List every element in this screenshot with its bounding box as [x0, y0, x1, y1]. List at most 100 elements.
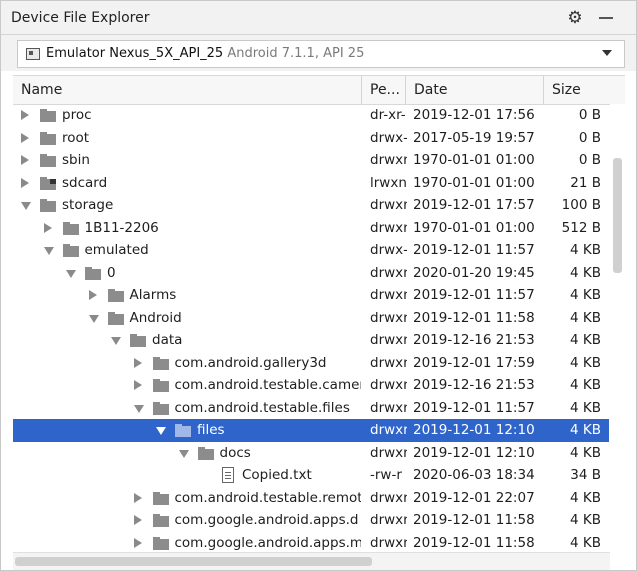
folder-icon: [85, 266, 101, 280]
permissions-cell: drwxr: [370, 264, 407, 281]
column-header-name[interactable]: Name: [13, 76, 362, 104]
expanded-arrow-icon[interactable]: [21, 202, 31, 210]
collapsed-arrow-icon[interactable]: [21, 110, 29, 120]
panel-title: Device File Explorer: [11, 10, 150, 26]
column-header-permissions[interactable]: Pe...: [362, 76, 406, 104]
table-row[interactable]: storage drwxr 2019-12-01 17:57 100 B: [13, 194, 609, 217]
size-cell: 4 KB: [570, 309, 601, 326]
collapsed-arrow-icon[interactable]: [21, 177, 29, 188]
expanded-arrow-icon[interactable]: [156, 427, 166, 435]
table-row[interactable]: com.google.android.apps.m drwxr 2019-12-01…: [13, 532, 609, 553]
table-row[interactable]: com.android.testable.camer drwxr 2019-12-1…: [13, 374, 609, 397]
entry-name: Android: [129, 309, 182, 326]
table-row[interactable]: com.google.android.apps.d drwxr 2019-12-01…: [13, 509, 609, 532]
size-cell: 4 KB: [570, 354, 601, 371]
name-cell: Copied.txt: [13, 464, 361, 487]
vertical-scrollbar-thumb[interactable]: [613, 158, 622, 273]
permissions-cell: drwxr: [370, 152, 407, 168]
device-select-text: Emulator Nexus_5X_API_25 Android 7.1.1, …: [46, 46, 364, 61]
date-cell: 2019-12-16 21:53: [413, 377, 535, 393]
collapsed-arrow-icon[interactable]: [88, 290, 97, 300]
table-row[interactable]: files drwxr 2019-12-01 12:10 4 KB: [13, 419, 609, 442]
size-cell: 512 B: [561, 219, 601, 236]
expanded-arrow-icon[interactable]: [66, 269, 76, 278]
column-header-date[interactable]: Date: [406, 76, 544, 104]
size-cell: 21 B: [570, 174, 601, 191]
folder-icon: [62, 244, 79, 257]
table-row[interactable]: 0 drwxr 2020-01-20 19:45 4 KB: [13, 262, 609, 285]
date-cell: 2019-12-01 11:57: [413, 242, 535, 258]
entry-name: sbin: [62, 152, 90, 168]
folder-icon: [152, 401, 169, 415]
folder-icon: [152, 514, 169, 527]
permissions-cell: drwxr: [370, 512, 407, 528]
name-cell: com.android.gallery3d: [13, 352, 361, 375]
gear-icon[interactable]: ⚙: [565, 8, 585, 28]
file-icon: [222, 467, 234, 483]
collapsed-arrow-icon[interactable]: [43, 222, 52, 233]
table-row[interactable]: data drwxr 2019-12-16 21:53 4 KB: [13, 329, 609, 352]
permissions-cell: drwx-: [370, 129, 407, 146]
minimize-icon[interactable]: [599, 17, 613, 19]
horizontal-scrollbar[interactable]: [13, 552, 610, 570]
collapsed-arrow-icon[interactable]: [133, 357, 142, 368]
collapsed-arrow-icon[interactable]: [133, 537, 142, 548]
folder-link-icon: [40, 176, 56, 190]
size-cell: 4 KB: [570, 512, 601, 528]
date-cell: 2019-12-01 17:57: [413, 197, 535, 213]
permissions-cell: -rw-r: [370, 467, 402, 483]
table-row[interactable]: com.android.testable.files drwxr 2019-12-0…: [13, 397, 609, 420]
expanded-arrow-icon[interactable]: [111, 337, 121, 345]
table-header: Name Pe... Date Size: [13, 75, 625, 105]
table-row[interactable]: root drwx- 2017-05-19 19:57 0 B: [13, 127, 609, 150]
name-cell: com.android.testable.files: [13, 397, 361, 420]
collapsed-arrow-icon[interactable]: [133, 515, 142, 525]
folder-icon: [152, 356, 169, 370]
entry-name: files: [197, 422, 225, 438]
name-cell: data: [13, 329, 361, 352]
column-header-size[interactable]: Size: [544, 76, 625, 104]
table-row[interactable]: 1B11-2206 drwxr 1970-01-01 01:00 512 B: [13, 217, 609, 240]
table-row[interactable]: proc dr-xr- 2019-12-01 17:56 0 B: [13, 104, 609, 127]
expanded-arrow-icon[interactable]: [43, 247, 54, 255]
table-row[interactable]: Android drwxr 2019-12-01 11:58 4 KB: [13, 307, 609, 330]
expanded-arrow-icon[interactable]: [178, 449, 189, 458]
table-row[interactable]: emulated drwx- 2019-12-01 11:57 4 KB: [13, 239, 609, 262]
device-file-explorer-panel: Device File Explorer ⚙ Emulator Nexus_5X…: [0, 0, 637, 571]
table-row[interactable]: sdcard lrwxn 1970-01-01 01:00 21 B: [13, 172, 609, 195]
horizontal-scrollbar-thumb[interactable]: [15, 557, 372, 566]
permissions-cell: drwxr: [370, 489, 407, 506]
folder-icon: [152, 491, 169, 505]
collapsed-arrow-icon[interactable]: [133, 380, 142, 390]
entry-name: 0: [107, 264, 116, 281]
size-cell: 4 KB: [570, 534, 601, 551]
table-row[interactable]: docs drwxr 2019-12-01 12:10 4 KB: [13, 442, 609, 465]
size-cell: 4 KB: [570, 264, 601, 281]
entry-name: com.google.android.apps.d: [174, 512, 359, 528]
collapsed-arrow-icon[interactable]: [133, 492, 142, 503]
date-cell: 2019-12-01 11:58: [413, 309, 535, 326]
date-cell: 2019-12-01 12:10: [413, 422, 535, 438]
name-cell: Alarms: [13, 284, 361, 307]
permissions-cell: drwxr: [370, 422, 407, 438]
size-cell: 0 B: [578, 152, 601, 168]
expanded-arrow-icon[interactable]: [88, 314, 99, 323]
name-cell: com.android.testable.remot: [13, 487, 361, 510]
collapsed-arrow-icon[interactable]: [21, 132, 29, 143]
permissions-cell: drwxr: [370, 534, 407, 551]
collapsed-arrow-icon[interactable]: [21, 155, 29, 165]
date-cell: 1970-01-01 01:00: [413, 174, 535, 191]
table-row[interactable]: com.android.gallery3d drwxr 2019-12-01 17:…: [13, 352, 609, 375]
vertical-scrollbar[interactable]: [610, 104, 625, 552]
table-row[interactable]: sbin drwxr 1970-01-01 01:00 0 B: [13, 149, 609, 172]
expanded-arrow-icon[interactable]: [133, 404, 144, 413]
chevron-down-icon[interactable]: [602, 50, 612, 56]
permissions-cell: drwxr: [370, 219, 407, 236]
date-cell: 2019-12-01 12:10: [413, 444, 535, 461]
permissions-cell: drwxr: [370, 332, 407, 348]
table-row[interactable]: Copied.txt -rw-r 2020-06-03 18:34 34 B: [13, 464, 609, 487]
device-select[interactable]: Emulator Nexus_5X_API_25 Android 7.1.1, …: [17, 40, 625, 68]
table-row[interactable]: com.android.testable.remot drwxr 2019-12-0…: [13, 487, 609, 510]
name-cell: sdcard: [13, 172, 361, 195]
table-row[interactable]: Alarms drwxr 2019-12-01 11:57 4 KB: [13, 284, 609, 307]
